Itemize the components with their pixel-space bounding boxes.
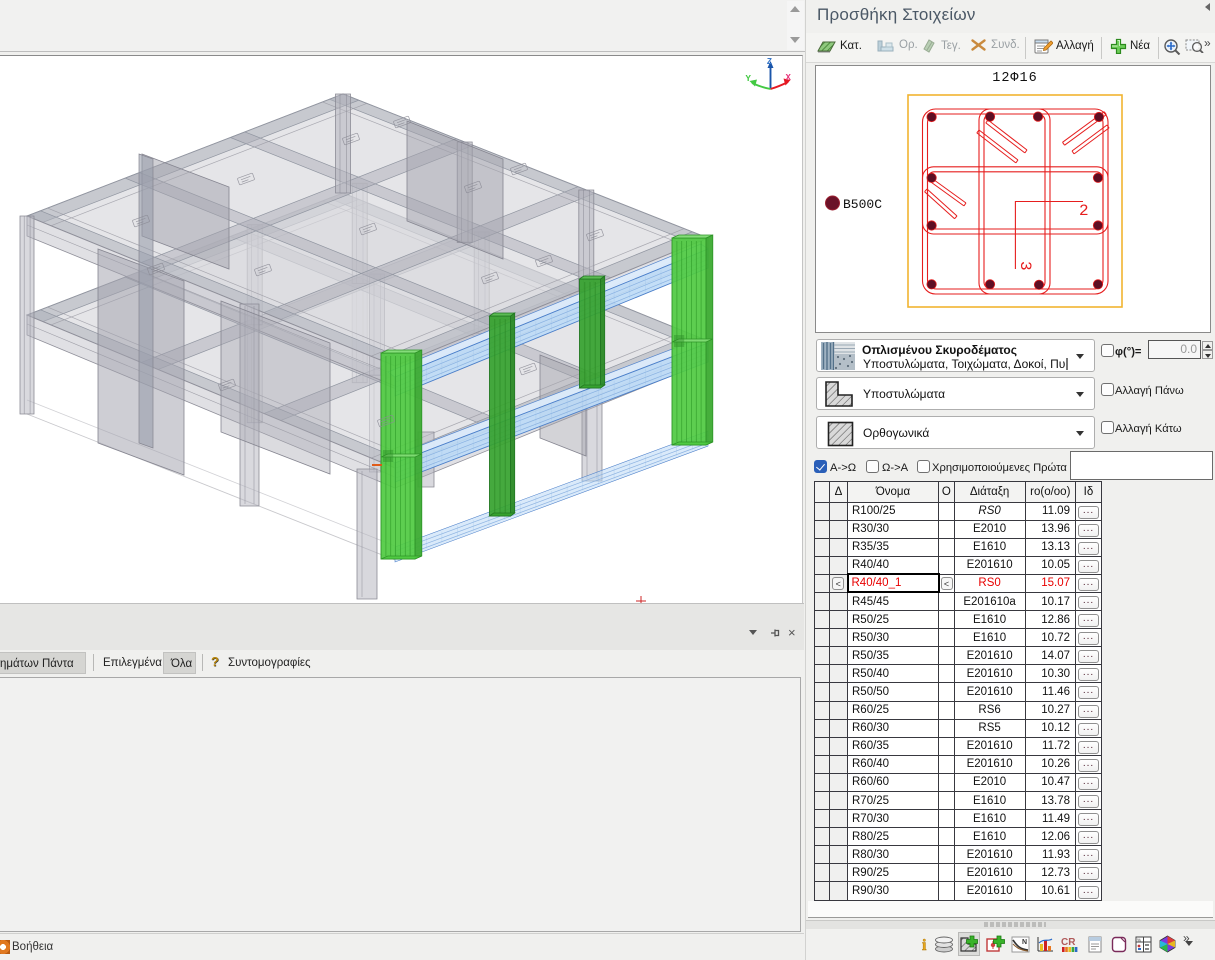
svg-text:12Φ16: 12Φ16 (992, 71, 1038, 86)
svg-text:B500C: B500C (843, 197, 882, 212)
svg-text:%: % (1137, 937, 1141, 942)
svg-text:CR: CR (1061, 937, 1076, 948)
svg-text:Z: Z (767, 57, 772, 67)
svg-text:3: 3 (1016, 261, 1034, 271)
svg-text:i: i (922, 937, 927, 953)
svg-text:2: 2 (1079, 202, 1089, 220)
svg-text:X: X (786, 73, 792, 83)
svg-text:Y: Y (746, 74, 752, 84)
svg-text:N: N (1022, 939, 1027, 946)
